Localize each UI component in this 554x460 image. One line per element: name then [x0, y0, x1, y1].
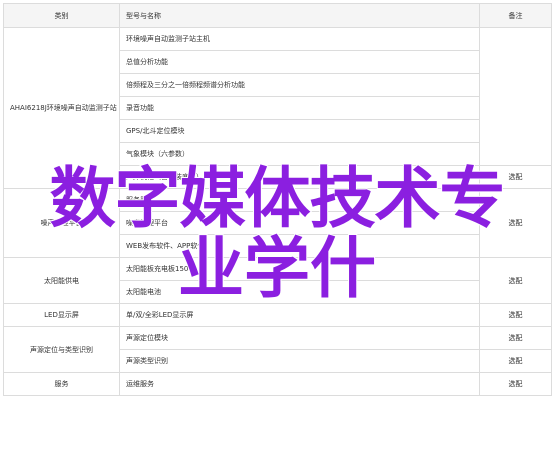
table-row: 声源定位与类型识别 声源定位模块 选配	[3, 326, 552, 373]
table-header-row: 类别 型号与名称 备注	[3, 3, 552, 28]
item-cell: 运维服务	[119, 372, 480, 396]
note-cell	[479, 27, 552, 166]
note-cell: 选配	[479, 326, 552, 350]
overlay-title-line-1: 数字媒体技术专	[49, 160, 507, 237]
note-cell: 选配	[479, 372, 552, 396]
header-note: 备注	[479, 3, 552, 28]
category-cell: LED显示屏	[3, 303, 120, 327]
overlay-title-line-2: 业学什	[177, 230, 377, 307]
item-cell: 环境噪声自动监测子站主机	[119, 27, 480, 51]
note-cell: 选配	[479, 349, 552, 373]
table-row: 服务 运维服务 选配	[3, 372, 552, 396]
item-cell: 声源定位模块	[119, 326, 480, 350]
item-cell: 总值分析功能	[119, 50, 480, 74]
table-row: AHAI6218J环境噪声自动监测子站 环境噪声自动监测子站主机	[3, 27, 552, 189]
header-model-name: 型号与名称	[119, 3, 480, 28]
item-cell: GPS/北斗定位模块	[119, 119, 480, 143]
category-cell: 服务	[3, 372, 120, 396]
header-category: 类别	[3, 3, 120, 28]
item-cell: 倍频程及三分之一倍频程频谱分析功能	[119, 73, 480, 97]
note-cell: 选配	[479, 303, 552, 327]
item-cell: 声源类型识别	[119, 349, 480, 373]
item-cell: 录音功能	[119, 96, 480, 120]
category-cell: 声源定位与类型识别	[3, 326, 120, 373]
